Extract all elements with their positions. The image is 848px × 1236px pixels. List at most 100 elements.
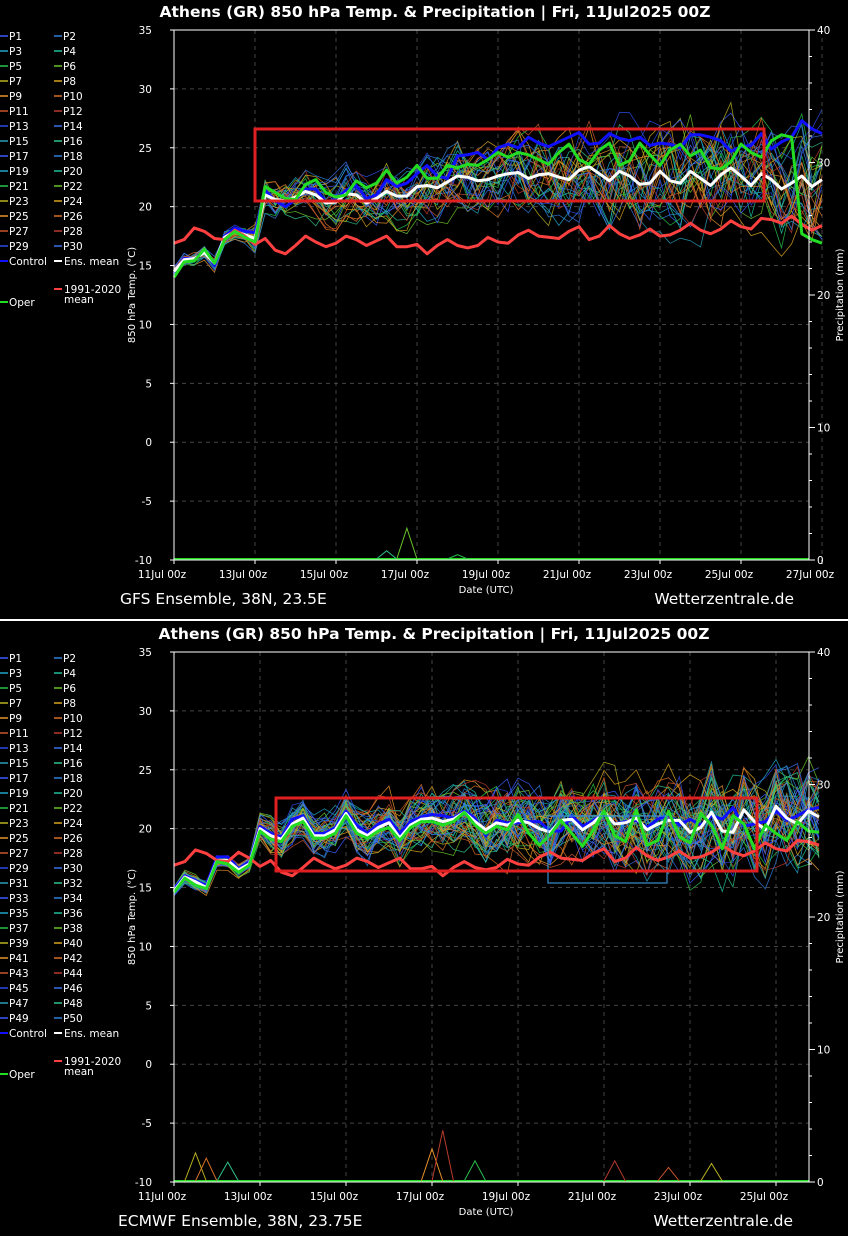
- plot-area-frame: [173, 651, 810, 1183]
- legend-entry: P25: [9, 211, 29, 223]
- legend-entry: P10: [63, 713, 83, 725]
- legend-entry: P29: [9, 241, 29, 253]
- legend-entry: P33: [9, 893, 29, 905]
- legend-entry: P38: [63, 923, 83, 935]
- legend-entry: P19: [9, 166, 29, 178]
- legend-entry: P6: [63, 61, 76, 73]
- legend-entry: P8: [63, 698, 76, 710]
- x-axis-label: Date (UTC): [459, 585, 514, 596]
- y-right-tick-label: 10: [817, 1045, 830, 1057]
- legend-entry: P23: [9, 818, 29, 830]
- y-axis-right-label: Precipitation (mm): [835, 870, 846, 963]
- precip-spike: [431, 1130, 454, 1182]
- x-tick-label: 15Jul 00z: [300, 569, 349, 581]
- y-right-tick-label: 20: [817, 290, 830, 302]
- legend-entry: P11: [9, 728, 29, 740]
- y-tick-label: 20: [139, 824, 152, 836]
- legend-entry: P23: [9, 196, 29, 208]
- precip-spike: [184, 1151, 207, 1182]
- legend-entry: P15: [9, 758, 29, 770]
- y-tick-label: 15: [139, 261, 152, 273]
- legend-entry: P48: [63, 998, 83, 1010]
- legend-entry: P37: [9, 923, 29, 935]
- precip-spike: [376, 550, 398, 560]
- y-tick-label: -5: [142, 496, 152, 508]
- legend-entry: P28: [63, 226, 83, 238]
- legend-entry: P1: [9, 653, 22, 665]
- x-tick-label: 25Jul 00z: [740, 1191, 789, 1203]
- legend-entry: P26: [63, 211, 83, 223]
- y-tick-label: 10: [139, 941, 152, 953]
- legend-entry: P5: [9, 683, 22, 695]
- legend-entry-climatology-mean: mean: [64, 294, 94, 306]
- x-tick-label: 17Jul 00z: [396, 1191, 445, 1203]
- legend-entry: P8: [63, 76, 76, 88]
- model-footer: ECMWF Ensemble, 38N, 23.75E: [118, 1212, 362, 1230]
- legend-entry: P24: [63, 196, 83, 208]
- legend-entry: P13: [9, 743, 29, 755]
- precip-spike: [657, 1166, 680, 1182]
- y-tick-label: -5: [142, 1118, 152, 1130]
- gfs-panel: Athens (GR) 850 hPa Temp. & Precipitatio…: [0, 3, 846, 608]
- legend-entry: P40: [63, 938, 83, 950]
- precipitation-traces: [174, 526, 809, 560]
- chart-title: Athens (GR) 850 hPa Temp. & Precipitatio…: [160, 3, 711, 22]
- x-tick-label: 25Jul 00z: [705, 569, 754, 581]
- y-tick-label: 15: [139, 883, 152, 895]
- y-tick-label: 0: [145, 437, 152, 449]
- x-tick-label: 11Jul 00z: [138, 1191, 187, 1203]
- legend-entry: P7: [9, 698, 22, 710]
- x-axis-ticks: 11Jul 00z 13Jul 00z 15Jul 00z 17Jul 00z 19Ju…: [138, 560, 835, 581]
- y-right-tick-label: 40: [817, 647, 830, 659]
- legend-entry: P50: [63, 1013, 83, 1025]
- y-axis-left-label: 850 hPa Temp. (°C): [127, 247, 138, 343]
- chart-title: Athens (GR) 850 hPa Temp. & Precipitatio…: [159, 625, 710, 644]
- y-right-tick-label: 30: [817, 158, 830, 170]
- x-tick-label: 21Jul 00z: [543, 569, 592, 581]
- legend-entry: P45: [9, 983, 29, 995]
- precip-spike: [216, 1161, 239, 1182]
- precip-spike: [396, 526, 418, 560]
- x-axis-ticks: 11Jul 00z 13Jul 00z 15Jul 00z 17Jul 00z 19Ju…: [138, 1182, 789, 1203]
- precip-spike: [463, 1159, 487, 1182]
- legend-entry: P2: [63, 653, 76, 665]
- legend-entry: P26: [63, 833, 83, 845]
- legend-entry: P15: [9, 136, 29, 148]
- precip-spike: [700, 1162, 723, 1182]
- legend-entry-mean: Ens. mean: [64, 1028, 119, 1040]
- legend-entry: P34: [63, 893, 83, 905]
- legend-entry: P1: [9, 31, 22, 43]
- legend-entry: P47: [9, 998, 29, 1010]
- x-tick-label: 17Jul 00z: [381, 569, 430, 581]
- legend-entry: P21: [9, 803, 29, 815]
- panel-divider: [0, 619, 848, 621]
- legend: P1 P2 P3 P4 P5 P6 P7 P8 P9 P10 P11 P12 P13 P14 P15 P16 P…: [0, 653, 121, 1081]
- x-tick-label: 23Jul 00z: [624, 569, 673, 581]
- precipitation-traces: [174, 1130, 809, 1182]
- y-tick-label: 30: [139, 84, 152, 96]
- legend-entry: P18: [63, 151, 83, 163]
- legend-entry: P39: [9, 938, 29, 950]
- legend: P1 P2 P3 P4 P5 P6 P7 P8 P9 P10 P11 P12 P13 P14 P15 P16 P…: [0, 31, 121, 309]
- y-right-tick-label: 20: [817, 912, 830, 924]
- legend-entry: P42: [63, 953, 83, 965]
- legend-entry: P20: [63, 788, 83, 800]
- model-footer: GFS Ensemble, 38N, 23.5E: [120, 590, 327, 608]
- legend-entry: P18: [63, 773, 83, 785]
- legend-entry: P14: [63, 121, 83, 133]
- y-axis-right-ticks: 40 30 20 10 0: [809, 647, 830, 1189]
- legend-entry: P21: [9, 181, 29, 193]
- legend-entry: P10: [63, 91, 83, 103]
- ensemble-plot-canvas: Athens (GR) 850 hPa Temp. & Precipitatio…: [0, 3, 848, 1230]
- y-right-tick-label: 40: [817, 25, 830, 37]
- y-tick-label: 25: [139, 765, 152, 777]
- y-tick-label: -10: [135, 1177, 152, 1189]
- y-axis-left-label: 850 hPa Temp. (°C): [127, 869, 138, 965]
- legend-entry: P11: [9, 106, 29, 118]
- grid-lines: [173, 651, 809, 1183]
- y-axis-right-ticks: 40 30 20 10 0: [809, 25, 830, 567]
- legend-entry: P22: [63, 803, 83, 815]
- x-tick-label: 23Jul 00z: [654, 1191, 703, 1203]
- legend-entry: P16: [63, 136, 83, 148]
- legend-entry-climatology-mean: mean: [64, 1066, 94, 1078]
